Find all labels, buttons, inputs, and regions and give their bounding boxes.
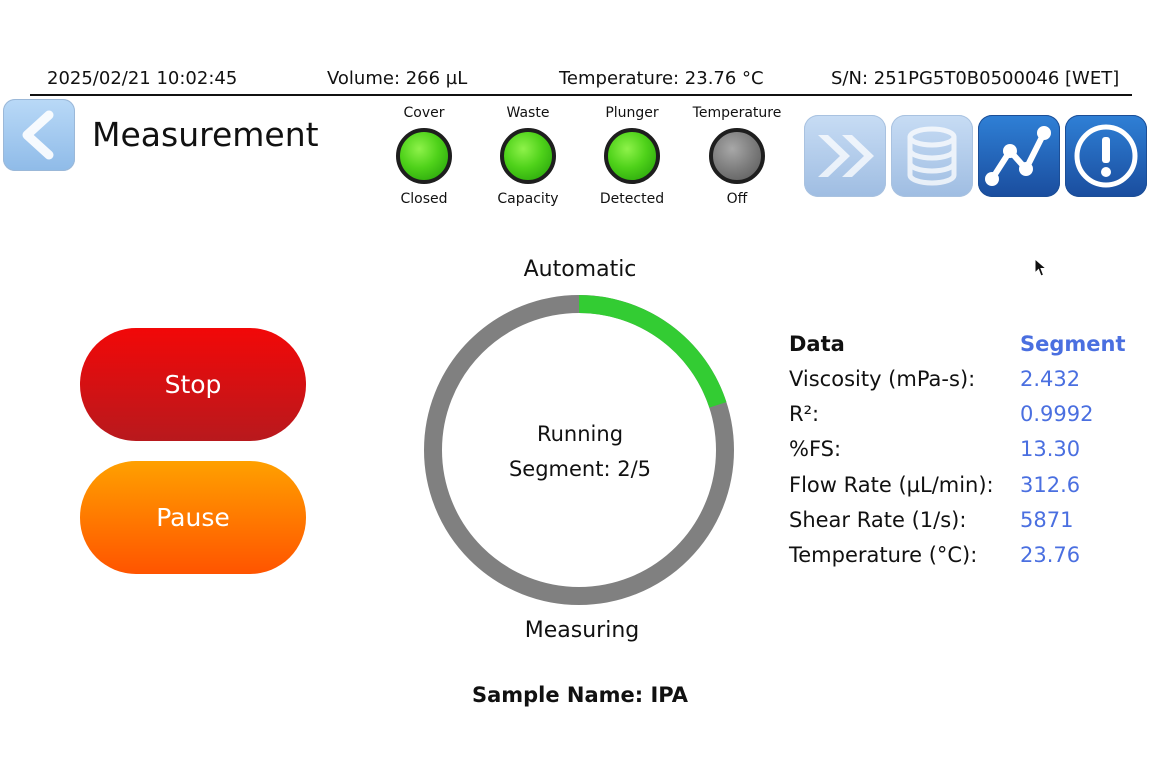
sample-name: Sample Name: IPA (471, 683, 689, 707)
data-label: %FS: (789, 437, 842, 461)
page-title: Measurement (92, 115, 319, 154)
data-header-label: Data (789, 332, 845, 356)
data-label: R²: (789, 402, 820, 426)
data-label: Shear Rate (1/s): (789, 508, 967, 532)
progress-ring-fill (578, 295, 727, 408)
run-status: Running (536, 422, 624, 446)
indicator-state: Off (726, 191, 748, 207)
status-datetime: 2025/02/21 10:02:45 (47, 68, 238, 89)
database-button[interactable] (891, 115, 973, 197)
indicator-state: Capacity (497, 191, 559, 207)
data-header-value: Segment (1020, 332, 1126, 356)
indicator-light (396, 128, 452, 184)
data-label: Flow Rate (µL/min): (789, 473, 994, 497)
pause-button[interactable]: Pause (80, 461, 306, 574)
data-value: 0.9992 (1020, 402, 1094, 426)
line-chart-icon (985, 126, 1051, 186)
phase-label: Measuring (524, 618, 640, 643)
indicator-label: Temperature (692, 105, 782, 121)
chevron-left-icon (22, 110, 54, 160)
chart-button[interactable] (978, 115, 1060, 197)
indicator-temperature: Temperature Off (687, 104, 787, 208)
mode-label: Automatic (523, 257, 637, 282)
database-icon (907, 126, 957, 186)
skip-button[interactable] (804, 115, 886, 197)
indicator-cover: Cover Closed (374, 104, 474, 208)
data-row-fs: %FS: 13.30 (789, 437, 1149, 472)
mouse-cursor-icon (1034, 258, 1048, 277)
indicator-state: Closed (400, 191, 448, 207)
indicator-waste: Waste Capacity (478, 104, 578, 208)
data-row-flow-rate: Flow Rate (µL/min): 312.6 (789, 473, 1149, 508)
indicator-state: Detected (599, 191, 665, 207)
indicator-label: Plunger (605, 105, 659, 121)
back-button[interactable] (3, 99, 75, 171)
data-label: Temperature (°C): (789, 543, 978, 567)
stop-button[interactable]: Stop (80, 328, 306, 441)
data-row-shear-rate: Shear Rate (1/s): 5871 (789, 508, 1149, 543)
indicator-light (709, 128, 765, 184)
data-value: 23.76 (1020, 543, 1081, 567)
status-divider (30, 94, 1132, 96)
status-temperature: Temperature: 23.76 °C (559, 68, 764, 89)
indicator-light (500, 128, 556, 184)
indicator-label: Cover (403, 105, 445, 121)
indicator-plunger: Plunger Detected (582, 104, 682, 208)
data-label: Viscosity (mPa-s): (789, 367, 976, 391)
status-volume: Volume: 266 µL (327, 68, 468, 89)
data-row-r-squared: R²: 0.9992 (789, 402, 1149, 437)
indicator-light (604, 128, 660, 184)
status-serial: S/N: 251PG5T0B0500046 [WET] (831, 68, 1120, 89)
data-row-temperature: Temperature (°C): 23.76 (789, 543, 1149, 578)
data-value: 13.30 (1020, 437, 1081, 461)
alert-icon (1074, 124, 1138, 188)
data-row-viscosity: Viscosity (mPa-s): 2.432 (789, 367, 1149, 402)
fast-forward-icon (818, 135, 874, 177)
data-value: 2.432 (1020, 367, 1081, 391)
data-value: 5871 (1020, 508, 1074, 532)
segment-count: Segment: 2/5 (508, 457, 652, 481)
indicator-label: Waste (506, 105, 550, 121)
alert-button[interactable] (1065, 115, 1147, 197)
data-value: 312.6 (1020, 473, 1081, 497)
progress-ring (424, 295, 734, 605)
